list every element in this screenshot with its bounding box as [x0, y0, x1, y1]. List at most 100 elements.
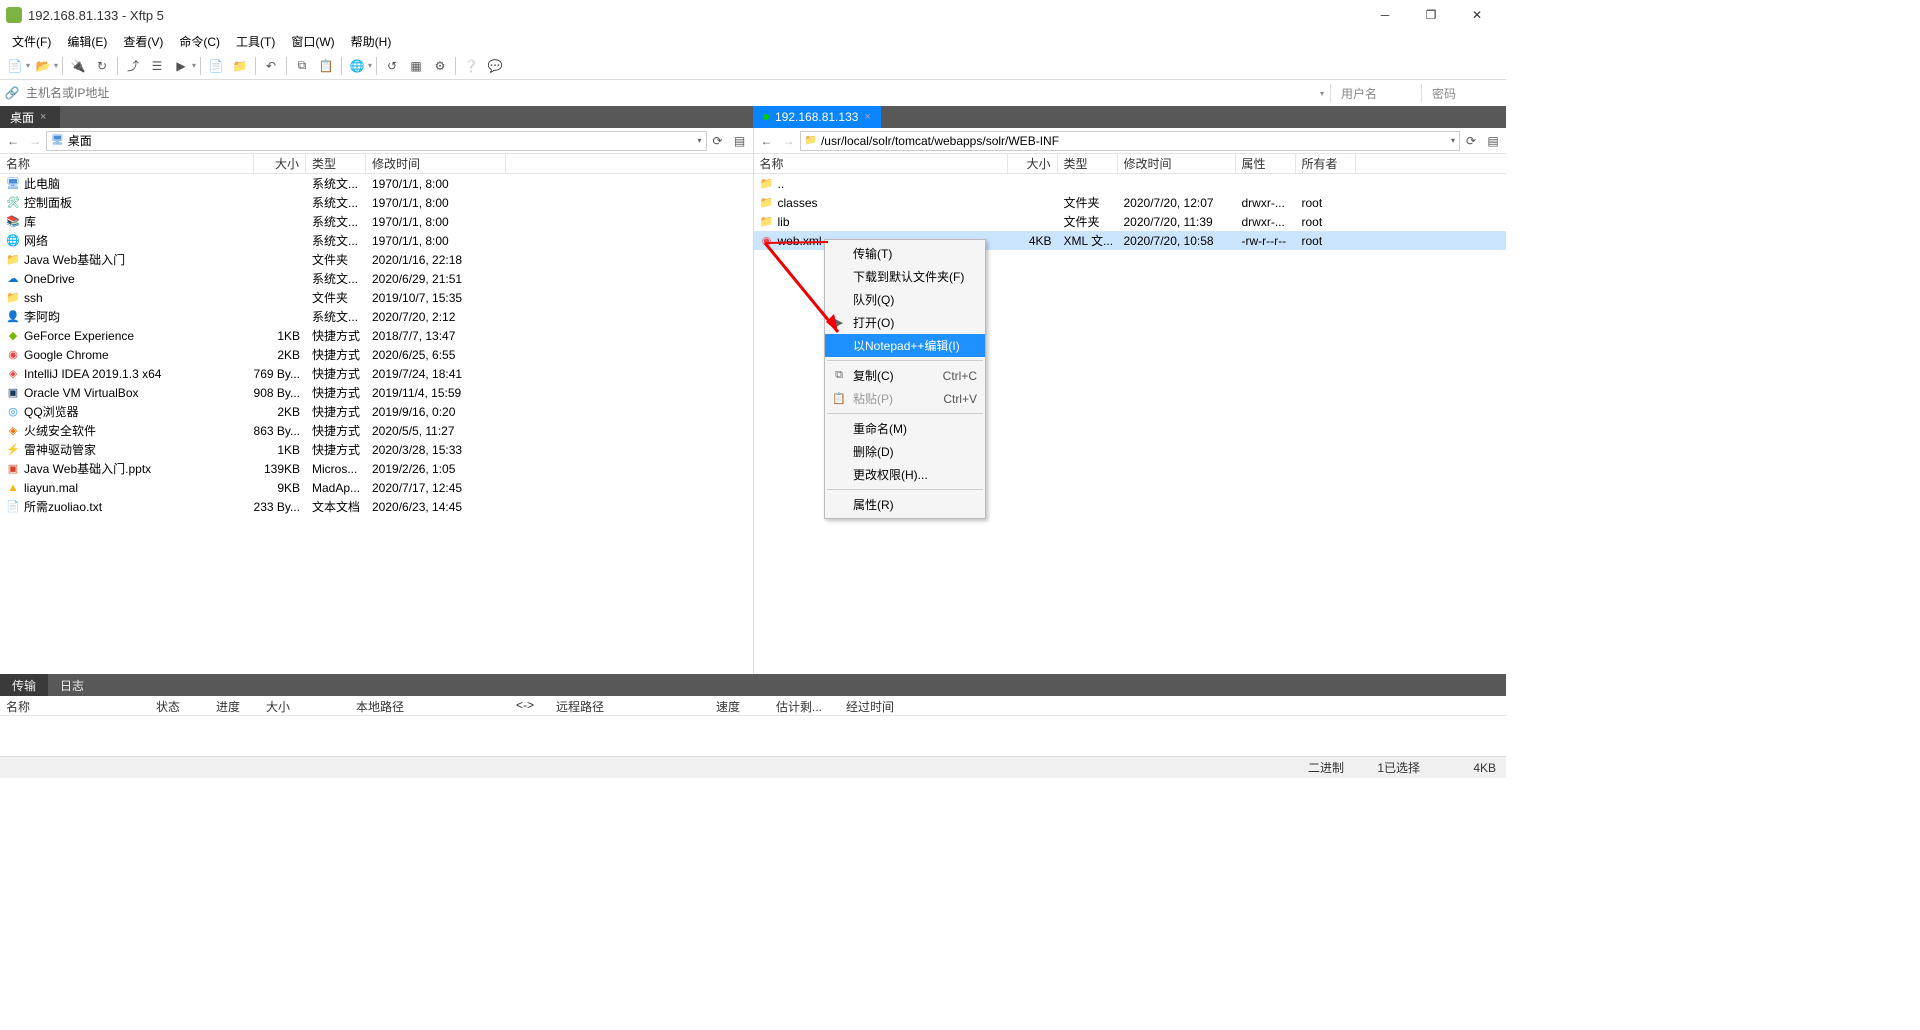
file-row[interactable]: ☁OneDrive系统文...2020/6/29, 21:51 — [0, 269, 753, 288]
sync-button[interactable]: ↺ — [381, 55, 403, 77]
settings-button[interactable]: ⚙ — [429, 55, 451, 77]
remote-tab[interactable]: 192.168.81.133 × — [753, 106, 881, 128]
connect-button[interactable]: 🔌 — [67, 55, 89, 77]
col-type[interactable]: 类型 — [306, 154, 366, 173]
chat-button[interactable]: 💬 — [484, 55, 506, 77]
transfer-col[interactable]: 状态 — [150, 696, 210, 715]
local-path-input[interactable]: 🖥 桌面 ▾ — [46, 131, 707, 151]
bottom-tab[interactable]: 传输 — [0, 674, 48, 696]
password-input[interactable]: 密码 — [1432, 85, 1502, 102]
col-name[interactable]: 名称 — [0, 154, 254, 173]
back-button[interactable]: ↶ — [260, 55, 282, 77]
close-icon[interactable]: × — [40, 111, 46, 123]
col-type[interactable]: 类型 — [1058, 154, 1118, 173]
col-own[interactable]: 所有者 — [1296, 154, 1356, 173]
transfer-button[interactable]: ⤴ — [122, 55, 144, 77]
refresh-button[interactable]: ⟳ — [1460, 130, 1482, 152]
col-size[interactable]: 大小 — [1008, 154, 1058, 173]
username-input[interactable]: 用户名 — [1341, 85, 1411, 102]
context-menu-item[interactable]: ⧉复制(C)Ctrl+C — [825, 364, 985, 387]
transfer-list[interactable] — [0, 716, 1506, 756]
back-button[interactable]: ← — [756, 130, 778, 152]
col-mod[interactable]: 修改时间 — [1118, 154, 1236, 173]
context-menu-item[interactable]: 属性(R) — [825, 493, 985, 516]
file-row[interactable]: 🌐网络系统文...1970/1/1, 8:00 — [0, 231, 753, 250]
open-button[interactable]: 📂 — [32, 55, 54, 77]
context-menu-item[interactable]: 以Notepad++编辑(I) — [825, 334, 985, 357]
close-icon[interactable]: × — [864, 111, 870, 123]
local-file-list[interactable]: 🖥此电脑系统文...1970/1/1, 8:00🛠控制面板系统文...1970/… — [0, 174, 753, 674]
transfer-col[interactable]: 本地路径 — [350, 696, 510, 715]
file-row[interactable]: ◈IntelliJ IDEA 2019.1.3 x64769 By...快捷方式… — [0, 364, 753, 383]
minimize-button[interactable]: ─ — [1362, 0, 1408, 30]
close-button[interactable]: ✕ — [1454, 0, 1500, 30]
globe-button[interactable]: 🌐 — [346, 55, 368, 77]
filter-button[interactable]: ▦ — [405, 55, 427, 77]
file-row[interactable]: ⚡雷神驱动管家1KB快捷方式2020/3/28, 15:33 — [0, 440, 753, 459]
transfer-col[interactable]: 估计剩... — [770, 696, 840, 715]
context-menu-item[interactable]: 重命名(M) — [825, 417, 985, 440]
file-row[interactable]: 🖥此电脑系统文...1970/1/1, 8:00 — [0, 174, 753, 193]
forward-button[interactable]: → — [24, 130, 46, 152]
transfer-col[interactable]: 进度 — [210, 696, 260, 715]
copy-button[interactable]: ⧉ — [291, 55, 313, 77]
file-row[interactable]: 📚库系统文...1970/1/1, 8:00 — [0, 212, 753, 231]
context-menu-item[interactable]: 更改权限(H)... — [825, 463, 985, 486]
back-button[interactable]: ← — [2, 130, 24, 152]
transfer-col[interactable]: <-> — [510, 696, 550, 715]
transfer-col[interactable]: 大小 — [260, 696, 350, 715]
context-menu-item[interactable]: 传输(T) — [825, 242, 985, 265]
file-row[interactable]: 📁lib文件夹2020/7/20, 11:39drwxr-...root — [754, 212, 1507, 231]
file-row[interactable]: 📄所需zuoliao.txt233 By...文本文档2020/6/23, 14… — [0, 497, 753, 516]
new-session-button[interactable]: 📄 — [4, 55, 26, 77]
file-row[interactable]: 🛠控制面板系统文...1970/1/1, 8:00 — [0, 193, 753, 212]
menu-item[interactable]: 文件(F) — [4, 31, 59, 52]
file-row[interactable]: ◉Google Chrome2KB快捷方式2020/6/25, 6:55 — [0, 345, 753, 364]
context-menu-item[interactable]: 下载到默认文件夹(F) — [825, 265, 985, 288]
file-row[interactable]: ▲liayun.mal9KBMadAp...2020/7/17, 12:45 — [0, 478, 753, 497]
col-mod[interactable]: 修改时间 — [366, 154, 506, 173]
maximize-button[interactable]: ❐ — [1408, 0, 1454, 30]
bottom-tab[interactable]: 日志 — [48, 674, 96, 696]
file-row[interactable]: 📁.. — [754, 174, 1507, 193]
menu-item[interactable]: 帮助(H) — [343, 31, 400, 52]
file-row[interactable]: ◎QQ浏览器2KB快捷方式2019/9/16, 0:20 — [0, 402, 753, 421]
transfer-col[interactable]: 名称 — [0, 696, 150, 715]
file-row[interactable]: 📁ssh文件夹2019/10/7, 15:35 — [0, 288, 753, 307]
transfer-col[interactable]: 经过时间 — [840, 696, 920, 715]
col-size[interactable]: 大小 — [254, 154, 306, 173]
paste-button[interactable]: 📋 — [315, 55, 337, 77]
explorer-button[interactable]: ▤ — [1482, 130, 1504, 152]
new-file-button[interactable]: 📄 — [205, 55, 227, 77]
menu-item[interactable]: 编辑(E) — [59, 31, 115, 52]
file-row[interactable]: ▣Java Web基础入门.pptx139KBMicros...2019/2/2… — [0, 459, 753, 478]
file-row[interactable]: ◆GeForce Experience1KB快捷方式2018/7/7, 13:4… — [0, 326, 753, 345]
host-input[interactable] — [26, 86, 1316, 100]
file-row[interactable]: 📁classes文件夹2020/7/20, 12:07drwxr-...root — [754, 193, 1507, 212]
transfer-col[interactable]: 远程路径 — [550, 696, 710, 715]
menu-item[interactable]: 窗口(W) — [283, 31, 342, 52]
explorer-button[interactable]: ▤ — [729, 130, 751, 152]
play-button[interactable]: ▶ — [170, 55, 192, 77]
file-row[interactable]: 👤李阿昀系统文...2020/7/20, 2:12 — [0, 307, 753, 326]
transfer-col[interactable]: 速度 — [710, 696, 770, 715]
menu-item[interactable]: 命令(C) — [171, 31, 228, 52]
remote-path-input[interactable]: 📁 /usr/local/solr/tomcat/webapps/solr/WE… — [800, 131, 1461, 151]
refresh-button[interactable]: ⟳ — [707, 130, 729, 152]
reconnect-button[interactable]: ↻ — [91, 55, 113, 77]
queue-button[interactable]: ☰ — [146, 55, 168, 77]
file-row[interactable]: 📁Java Web基础入门文件夹2020/1/16, 22:18 — [0, 250, 753, 269]
file-row[interactable]: ▣Oracle VM VirtualBox908 By...快捷方式2019/1… — [0, 383, 753, 402]
forward-button[interactable]: → — [778, 130, 800, 152]
menu-item[interactable]: 工具(T) — [228, 31, 283, 52]
col-perm[interactable]: 属性 — [1236, 154, 1296, 173]
file-row[interactable]: ◈火绒安全软件863 By...快捷方式2020/5/5, 11:27 — [0, 421, 753, 440]
local-tab[interactable]: 桌面 × — [0, 106, 60, 128]
context-menu-item[interactable]: 删除(D) — [825, 440, 985, 463]
context-menu-item[interactable]: 队列(Q) — [825, 288, 985, 311]
context-menu-item[interactable]: ▶打开(O) — [825, 311, 985, 334]
new-folder-button[interactable]: 📁 — [229, 55, 251, 77]
col-name[interactable]: 名称 — [754, 154, 1008, 173]
host-dropdown[interactable]: ▾ — [1320, 89, 1324, 98]
menu-item[interactable]: 查看(V) — [115, 31, 171, 52]
